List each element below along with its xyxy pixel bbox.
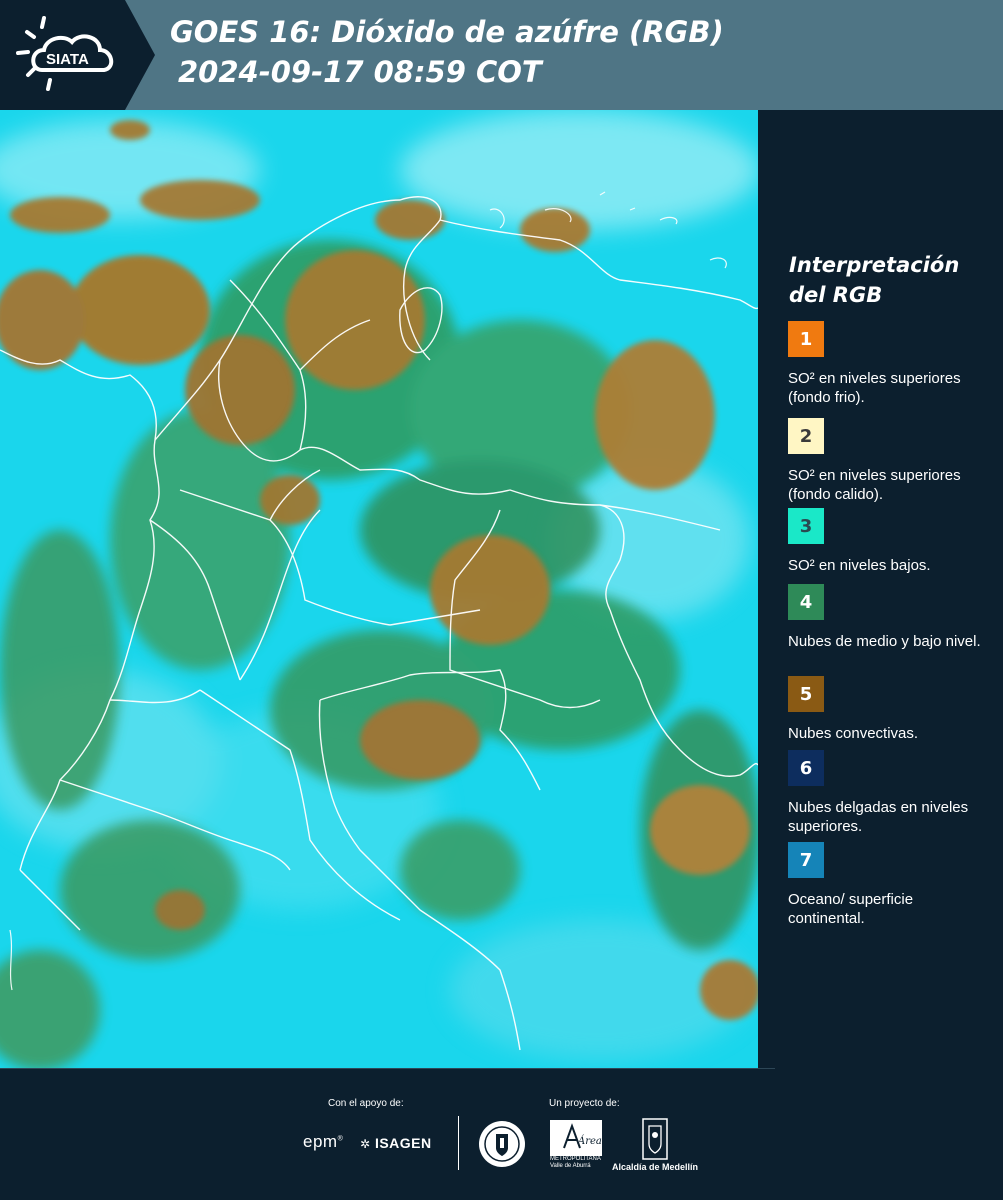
legend-number-5: 5 [799, 683, 813, 705]
footer-divider [458, 1116, 459, 1170]
alcaldia-shield-icon [642, 1118, 668, 1165]
legend-item-3: 3 SO² en niveles bajos. [788, 508, 993, 575]
legend-number-6: 6 [799, 757, 813, 779]
legend-swatch-2: 2 [788, 418, 824, 454]
legend-number-4: 4 [799, 591, 813, 613]
legend-swatch-5: 5 [788, 676, 824, 712]
alcaldia-text: Alcaldía de Medellín [612, 1162, 699, 1172]
footer: Con el apoyo de: Un proyecto de: epm® ✲ … [0, 1068, 1003, 1200]
legend-item-6: 6 Nubes delgadas en niveles superiores. [788, 750, 993, 836]
legend-text-4: Nubes de medio y bajo nivel. [788, 633, 981, 650]
legend-item-7: 7 Oceano/ superficie continental. [788, 842, 993, 928]
legend-title: Interpretación del RGB [789, 253, 960, 307]
project-label: Un proyecto de: [549, 1098, 620, 1109]
epm-registered-mark: ® [337, 1135, 344, 1143]
legend-item-1: 1 SO² en niveles superiores (fondo frio)… [788, 321, 993, 407]
legend-number-1: 1 [799, 328, 813, 350]
page-title: GOES 16: Dióxido de azúfre (RGB) [170, 15, 724, 49]
header-bar: SIATA GOES 16: Dióxido de azúfre (RGB) 2… [0, 0, 1003, 110]
siata-logo: SIATA [0, 0, 155, 110]
logo-text: SIATA [46, 51, 89, 68]
legend-swatch-6: 6 [788, 750, 824, 786]
legend-number-2: 2 [799, 425, 813, 447]
legend-item-2: 2 SO² en niveles superiores (fondo calid… [788, 418, 993, 504]
support-label: Con el apoyo de: [328, 1098, 404, 1109]
legend-text-6: Nubes delgadas en niveles superiores. [788, 799, 969, 835]
isagen-text: ISAGEN [374, 1135, 432, 1151]
area-subtitle: METROPOLITANA Valle de Aburrá [550, 1156, 601, 1169]
epm-logo-text: epm [303, 1132, 338, 1151]
legend-text-2: SO² en niveles superiores (fondo calido)… [788, 467, 961, 503]
area-name: Área [577, 1135, 602, 1147]
isagen-logo: ✲ ISAGEN [360, 1135, 432, 1151]
legend-item-4: 4 Nubes de medio y bajo nivel. [788, 584, 993, 651]
timestamp: 2024-09-17 08:59 COT [178, 55, 542, 89]
legend-number-3: 3 [799, 515, 813, 537]
footer-rule [0, 1068, 775, 1069]
legend-text-7: Oceano/ superficie continental. [788, 891, 914, 927]
legend-swatch-7: 7 [788, 842, 824, 878]
legend-swatch-1: 1 [788, 321, 824, 357]
legend-panel: Interpretación del RGB 1 SO² en niveles … [760, 110, 1003, 1068]
legend-swatch-4: 4 [788, 584, 824, 620]
medellin-seal-icon [478, 1120, 526, 1173]
legend-swatch-3: 3 [788, 508, 824, 544]
legend-text-1: SO² en niveles superiores (fondo frio). [788, 370, 961, 406]
satellite-map [0, 110, 758, 1068]
legend-text-3: SO² en niveles bajos. [788, 557, 931, 574]
legend-number-7: 7 [799, 849, 813, 871]
isagen-icon: ✲ [360, 1137, 371, 1151]
epm-logo: epm® [303, 1132, 343, 1152]
legend-text-5: Nubes convectivas. [788, 725, 919, 742]
legend-item-5: 5 Nubes convectivas. [788, 676, 993, 743]
